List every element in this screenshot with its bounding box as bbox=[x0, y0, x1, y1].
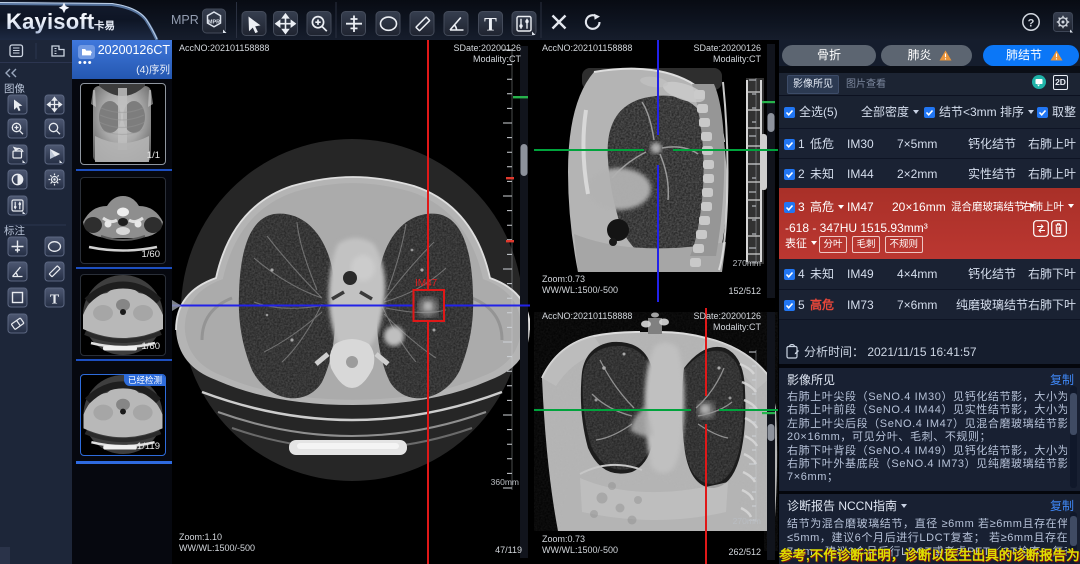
svg-text:MPR: MPR bbox=[208, 20, 220, 26]
svg-text:IM47: IM47 bbox=[415, 278, 438, 289]
svg-text:Kayisoft: Kayisoft bbox=[6, 9, 95, 34]
svg-text:T: T bbox=[50, 293, 60, 308]
svg-text:图像: 图像 bbox=[4, 83, 25, 95]
svg-text:T: T bbox=[484, 14, 497, 35]
svg-text:标注: 标注 bbox=[4, 224, 25, 237]
svg-text:卡易: 卡易 bbox=[94, 19, 115, 32]
svg-text:?: ? bbox=[1028, 18, 1035, 30]
